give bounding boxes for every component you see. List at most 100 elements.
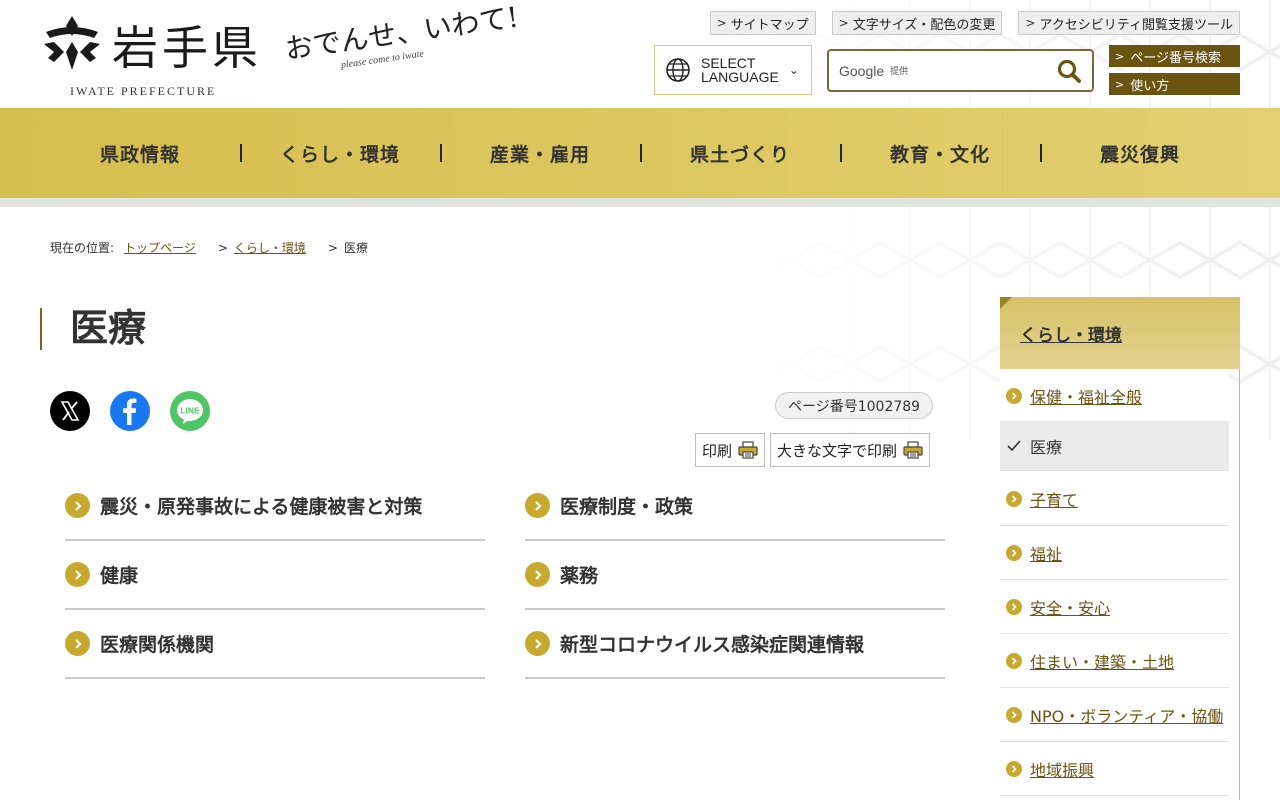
chevron-right-icon: > — [838, 16, 849, 30]
share-facebook-button[interactable] — [110, 391, 150, 431]
share-x-button[interactable] — [50, 391, 90, 431]
globe-icon — [666, 58, 690, 82]
prefecture-emblem-icon — [44, 16, 100, 70]
accessibility-tool-label: アクセシビリティ閲覧支援ツール — [1039, 17, 1233, 33]
nav-item-label: 県政情報 — [99, 143, 180, 166]
page-number-search-button[interactable]: > ページ番号検索 — [1109, 45, 1240, 67]
sidebar-item-label: 福祉 — [1030, 544, 1063, 564]
chevron-right-icon — [525, 493, 550, 518]
category-label: 医療関係機関 — [100, 634, 215, 656]
chevron-right-icon — [1006, 544, 1022, 561]
logo-title: 岩手県 — [112, 21, 262, 75]
breadcrumb-top-page[interactable]: トップページ — [124, 239, 196, 256]
text-size-color-label: 文字サイズ・配色の変更 — [852, 17, 996, 33]
chevron-right-icon — [65, 631, 90, 656]
sidebar-item-label: 安全・安心 — [1030, 598, 1111, 618]
nav-item-land-development[interactable]: 県土づくり — [640, 108, 840, 198]
sidebar-item-health-welfare[interactable]: 保健・福祉全般 — [1000, 369, 1229, 423]
chevron-right-icon — [1006, 706, 1022, 723]
sidebar-item-label: 子育て — [1030, 490, 1079, 510]
line-icon: LINE — [177, 399, 203, 424]
page-number-search-label: ページ番号検索 — [1130, 50, 1221, 66]
logo-english: IWATE PREFECTURE — [70, 84, 217, 98]
sidebar-item-label: 保健・福祉全般 — [1030, 387, 1143, 407]
breadcrumb: 現在の位置: トップページ > くらし・環境 > 医療 — [50, 239, 368, 256]
sidebar-item-npo-volunteer[interactable]: NPO・ボランティア・協働 — [1000, 688, 1229, 742]
sidebar-item-label: 地域振興 — [1030, 760, 1095, 780]
breadcrumb-separator: > — [327, 240, 338, 255]
nav-item-label: 震災復興 — [1099, 143, 1180, 166]
text-size-color-link[interactable]: > 文字サイズ・配色の変更 — [831, 11, 1003, 35]
nav-item-prefectural-info[interactable]: 県政情報 — [40, 108, 240, 198]
sidebar-item-regional-development[interactable]: 地域振興 — [1000, 742, 1229, 796]
nav-item-label: 県土づくり — [689, 143, 790, 166]
chevron-right-icon: > — [1115, 49, 1125, 63]
sidebar-item-label: 医療 — [1030, 437, 1063, 457]
chevron-right-icon — [1006, 652, 1022, 669]
sidebar-item-medical[interactable]: 医療 — [1000, 421, 1229, 471]
sitemap-link[interactable]: > サイトマップ — [709, 11, 816, 35]
category-label: 震災・原発事故による健康被害と対策 — [100, 496, 423, 518]
category-link-medical-system[interactable]: 医療制度・政策 — [525, 472, 945, 541]
how-to-use-button[interactable]: > 使い方 — [1109, 73, 1240, 95]
print-button[interactable]: 印刷 — [695, 433, 766, 467]
nav-divider — [0, 198, 1280, 207]
page-number-badge: ページ番号1002789 — [775, 392, 934, 419]
sidebar-heading-link[interactable]: くらし・環境 — [1020, 321, 1122, 346]
category-link-disaster-health[interactable]: 震災・原発事故による健康被害と対策 — [65, 472, 485, 541]
language-label: SELECT LANGUAGE — [701, 56, 779, 84]
category-link-pharmaceutical[interactable]: 薬務 — [525, 541, 945, 610]
chevron-right-icon — [65, 562, 90, 587]
printer-icon — [903, 441, 923, 459]
accessibility-tool-link[interactable]: > アクセシビリティ閲覧支援ツール — [1018, 11, 1240, 35]
how-to-use-label: 使い方 — [1130, 78, 1170, 94]
sidebar-item-housing[interactable]: 住まい・建築・土地 — [1000, 634, 1229, 688]
breadcrumb-separator: > — [217, 240, 228, 255]
chevron-right-icon — [65, 493, 90, 518]
slogan: おでんせ、いわて! please come to iwate — [283, 0, 525, 92]
sidebar-item-label: NPO・ボランティア・協働 — [1030, 706, 1224, 726]
nav-item-disaster-recovery[interactable]: 震災復興 — [1040, 108, 1240, 198]
share-buttons: LINE — [50, 391, 210, 431]
chevron-right-icon: > — [1115, 77, 1125, 91]
sidebar-item-welfare[interactable]: 福祉 — [1000, 526, 1229, 580]
page-title: 医療 — [40, 308, 146, 350]
share-line-button[interactable]: LINE — [170, 391, 210, 431]
utility-links: > サイトマップ > 文字サイズ・配色の変更 > アクセシビリティ閲覧支援ツール — [709, 11, 1240, 35]
language-label-line2: LANGUAGE — [701, 69, 779, 85]
category-label: 新型コロナウイルス感染症関連情報 — [560, 634, 865, 656]
facebook-icon — [123, 398, 137, 425]
print-large-text-button[interactable]: 大きな文字で印刷 — [770, 433, 931, 467]
check-icon — [1006, 438, 1022, 454]
site-header: 岩手県 IWATE PREFECTURE おでんせ、いわて! please co… — [0, 0, 1280, 108]
sidebar-item-label: 住まい・建築・土地 — [1030, 652, 1175, 672]
breadcrumb-current: 医療 — [343, 241, 368, 255]
nav-item-living-environment[interactable]: くらし・環境 — [240, 108, 440, 198]
chevron-right-icon — [525, 562, 550, 587]
site-search-box[interactable]: Google 提供 — [827, 49, 1094, 92]
category-link-health[interactable]: 健康 — [65, 541, 485, 610]
category-label: 薬務 — [560, 565, 599, 587]
nav-item-education-culture[interactable]: 教育・文化 — [840, 108, 1040, 198]
printer-icon — [738, 441, 758, 459]
search-provided-label: 提供 — [890, 67, 909, 77]
select-language-button[interactable]: SELECT LANGUAGE ⌄ — [654, 45, 812, 95]
site-logo[interactable]: 岩手県 IWATE PREFECTURE — [40, 10, 270, 102]
category-link-covid19[interactable]: 新型コロナウイルス感染症関連情報 — [525, 610, 945, 679]
category-link-medical-institutions[interactable]: 医療関係機関 — [65, 610, 485, 679]
breadcrumb-living-environment[interactable]: くらし・環境 — [234, 239, 306, 256]
x-icon — [60, 401, 80, 421]
chevron-right-icon — [1006, 490, 1022, 507]
chevron-right-icon — [1006, 760, 1022, 777]
nav-item-label: 教育・文化 — [889, 143, 990, 166]
google-brand: Google — [839, 62, 885, 79]
sidebar-item-child-rearing[interactable]: 子育て — [1000, 472, 1229, 526]
sidebar-item-safety[interactable]: 安全・安心 — [1000, 580, 1229, 634]
search-icon[interactable] — [1056, 58, 1082, 84]
chevron-down-icon: ⌄ — [788, 63, 799, 77]
chevron-right-icon — [1006, 598, 1022, 615]
chevron-right-icon — [525, 631, 550, 656]
breadcrumb-label: 現在の位置: — [50, 241, 115, 255]
sitemap-label: サイトマップ — [730, 17, 809, 33]
nav-item-industry-employment[interactable]: 産業・雇用 — [440, 108, 640, 198]
